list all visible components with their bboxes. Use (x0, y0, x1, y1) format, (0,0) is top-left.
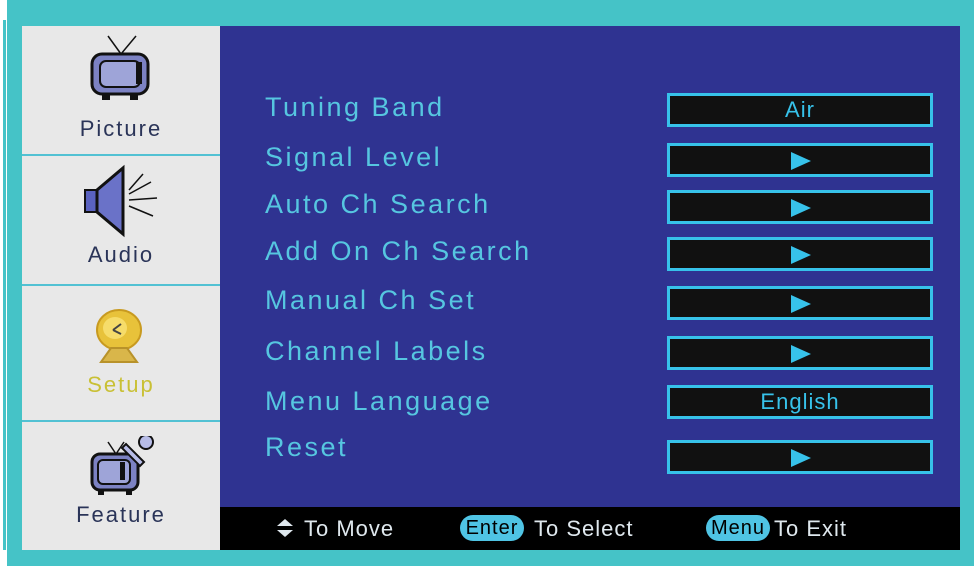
menu-row-add-on-ch-search[interactable]: Add On Ch Search (265, 236, 945, 276)
manual-ch-set-enter[interactable] (667, 286, 933, 320)
arrow-right-icon (791, 246, 811, 264)
sidebar-item-picture[interactable]: Picture (22, 26, 220, 156)
help-bar: To Move Enter To Select Menu To Exit (220, 507, 960, 550)
sidebar-item-label: Audio (87, 242, 155, 267)
menu-row-tuning-band[interactable]: Tuning Band Air (265, 92, 945, 132)
arrow-right-icon (791, 199, 811, 217)
sidebar: Picture Audio Setup Feature (22, 26, 220, 550)
auto-ch-search-enter[interactable] (667, 190, 933, 224)
arrow-right-icon (791, 449, 811, 467)
tv-icon (86, 32, 156, 115)
arrow-right-icon (791, 345, 811, 363)
arrow-right-icon (791, 152, 811, 170)
menu-language-value[interactable]: English (667, 385, 933, 419)
sidebar-item-setup[interactable]: Setup (22, 286, 220, 422)
setup-menu-panel: Tuning Band Air Signal Level Auto Ch Sea… (220, 26, 960, 507)
tv-wrench-icon (86, 434, 156, 505)
sidebar-item-audio[interactable]: Audio (22, 156, 220, 286)
add-on-ch-search-enter[interactable] (667, 237, 933, 271)
menu-item-label: Auto Ch Search (265, 189, 491, 219)
satellite-dish-icon (91, 306, 151, 371)
menu-row-menu-language[interactable]: Menu Language English (265, 385, 945, 426)
menu-row-manual-ch-set[interactable]: Manual Ch Set (265, 285, 945, 325)
arrow-right-icon (791, 295, 811, 313)
signal-level-enter[interactable] (667, 143, 933, 177)
menu-item-label: Add On Ch Search (265, 236, 532, 266)
sidebar-item-label: Setup (87, 372, 155, 397)
menu-row-signal-level[interactable]: Signal Level (265, 142, 945, 182)
menu-item-label: Tuning Band (265, 92, 445, 122)
sidebar-item-label: Picture (79, 116, 163, 141)
left-edge-border (0, 0, 7, 566)
sidebar-item-feature[interactable]: Feature (22, 422, 220, 550)
reset-enter[interactable] (667, 440, 933, 474)
enter-key-badge: Enter (460, 515, 524, 541)
tuning-band-value[interactable]: Air (667, 93, 933, 127)
help-move-text: To Move (304, 516, 395, 541)
menu-key-badge: Menu (706, 515, 770, 541)
menu-row-channel-labels[interactable]: Channel Labels (265, 336, 945, 376)
sidebar-item-label: Feature (76, 502, 166, 527)
menu-item-label: Reset (265, 432, 349, 462)
channel-labels-enter[interactable] (667, 336, 933, 370)
menu-row-reset[interactable]: Reset (265, 432, 945, 474)
menu-item-label: Channel Labels (265, 336, 488, 366)
menu-row-auto-ch-search[interactable]: Auto Ch Search (265, 189, 945, 229)
up-down-arrows-icon (276, 518, 294, 544)
menu-item-label: Menu Language (265, 386, 493, 416)
menu-item-label: Manual Ch Set (265, 285, 477, 315)
help-exit-text: To Exit (774, 516, 848, 541)
help-select-text: To Select (534, 516, 634, 541)
speaker-icon (81, 164, 161, 243)
menu-item-label: Signal Level (265, 142, 443, 172)
